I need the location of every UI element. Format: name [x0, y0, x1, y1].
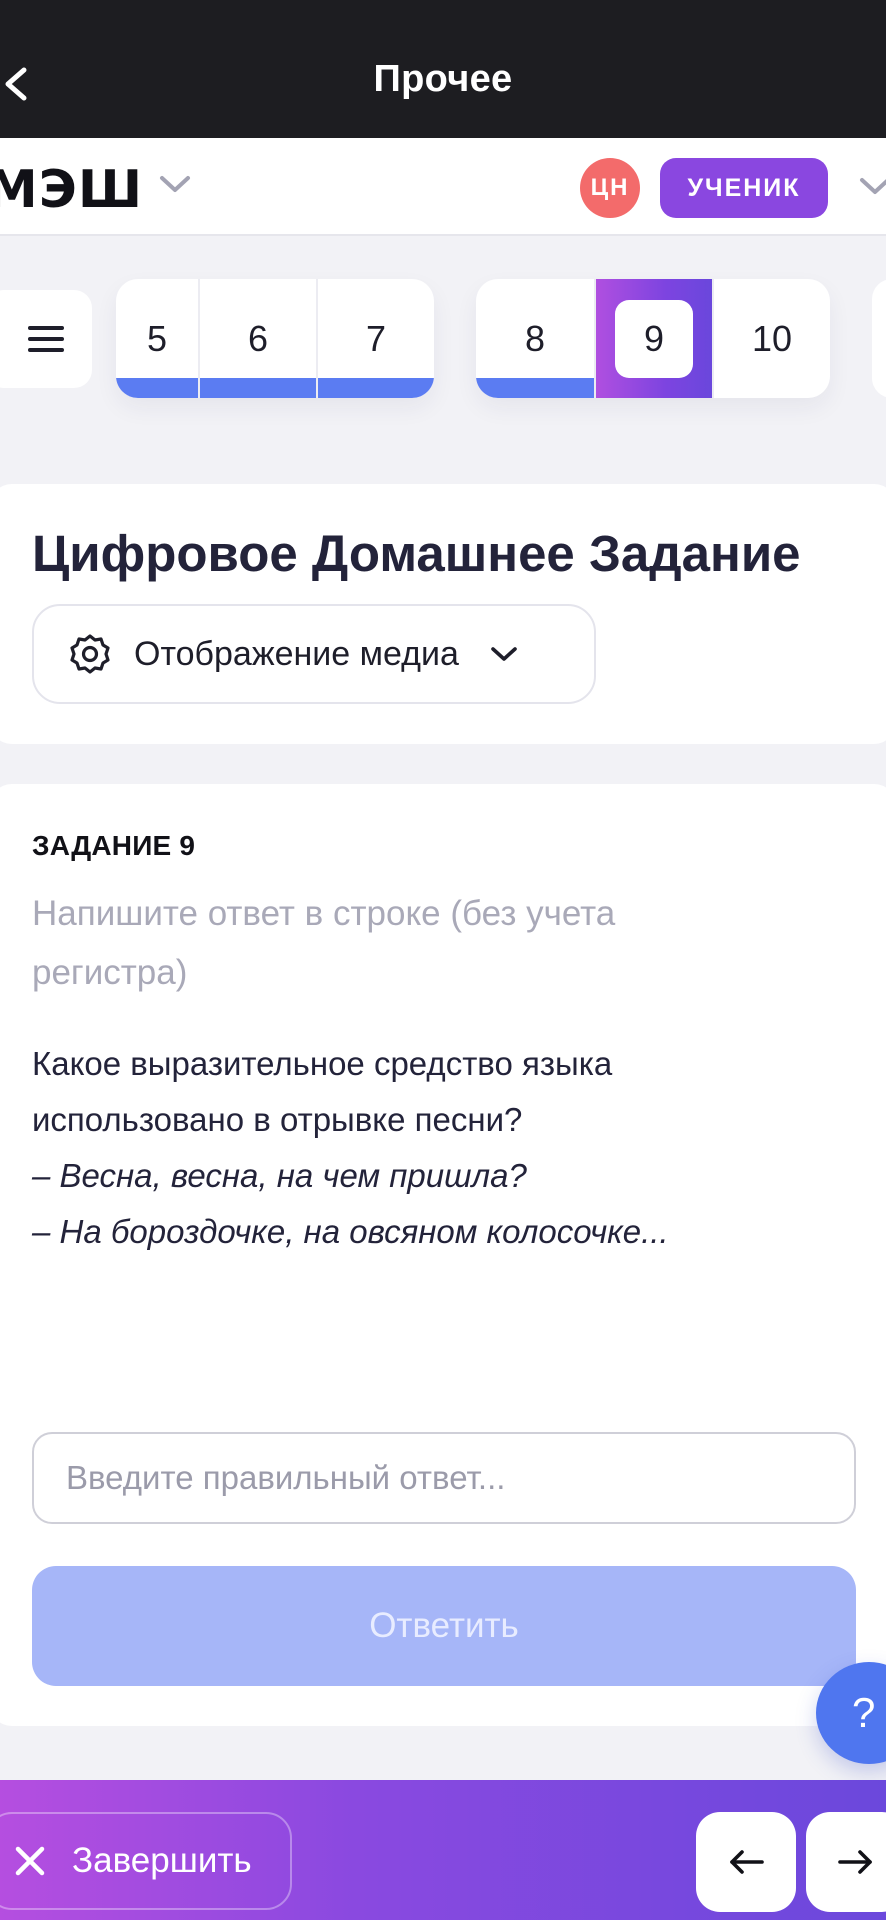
task-number: 9 — [643, 317, 665, 359]
task-6[interactable]: 6 — [198, 279, 316, 398]
question-text: Какое выразительное средство языка испол… — [32, 1036, 832, 1260]
screen-title: Прочее — [373, 58, 513, 100]
gear-icon — [70, 634, 110, 674]
task-8[interactable]: 8 — [476, 279, 594, 398]
previous-task-button[interactable] — [696, 1812, 796, 1912]
chevron-down-icon[interactable] — [858, 174, 886, 198]
task-hint: Напишите ответ в строке (без учета регис… — [32, 894, 616, 992]
avatar[interactable]: ЦН — [580, 158, 640, 218]
answer-input[interactable] — [32, 1432, 856, 1524]
question-prompt: Какое выразительное средство языка испол… — [32, 1045, 613, 1138]
media-display-label: Отображение медиа — [134, 634, 459, 673]
task-number: 5 — [146, 317, 168, 359]
task-5[interactable]: 5 — [116, 279, 198, 398]
current-task-box: 9 — [615, 299, 693, 378]
quote-line: – На бороздочке, на овсяном колосочке... — [32, 1213, 669, 1250]
task-label: ЗАДАНИЕ 9 — [32, 830, 196, 861]
finish-button[interactable]: Завершить — [0, 1812, 292, 1910]
task-number: 6 — [247, 317, 269, 359]
next-task-button[interactable] — [806, 1812, 886, 1912]
role-badge[interactable]: УЧЕНИК — [660, 158, 828, 218]
task-group-1: 5 6 7 — [116, 279, 434, 398]
media-display-dropdown[interactable]: Отображение медиа — [32, 604, 596, 704]
chevron-down-icon[interactable] — [158, 172, 192, 196]
top-nav-bar: Прочее — [0, 0, 886, 138]
task-9-current[interactable]: 9 — [594, 279, 712, 398]
arrow-left-icon — [730, 1850, 764, 1874]
task-number: 10 — [751, 317, 793, 359]
title-card: Цифровое Домашнее Задание Отображение ме… — [0, 484, 886, 744]
chevron-down-icon — [491, 647, 517, 661]
task-number: 8 — [524, 317, 546, 359]
quote-line: – Весна, весна, на чем пришла? — [32, 1157, 527, 1194]
page-title: Цифровое Домашнее Задание — [32, 525, 801, 582]
arrow-right-icon — [838, 1850, 872, 1874]
submit-answer-button[interactable]: Ответить — [32, 1566, 856, 1686]
hamburger-menu-icon — [28, 326, 64, 352]
task-group-2: 8 9 10 — [476, 279, 830, 398]
logo: МЭШ — [0, 160, 144, 220]
bottom-bar: Завершить — [0, 1780, 886, 1920]
task-group-3-edge[interactable] — [872, 279, 886, 398]
close-icon — [15, 1846, 45, 1876]
task-card: ЗАДАНИЕ 9 Напишите ответ в строке (без у… — [0, 784, 886, 1726]
task-7[interactable]: 7 — [316, 279, 434, 398]
task-10[interactable]: 10 — [712, 279, 830, 398]
app-header: МЭШ ЦН УЧЕНИК — [0, 138, 886, 236]
menu-button[interactable] — [0, 290, 92, 388]
task-number: 7 — [365, 317, 387, 359]
finish-label: Завершить — [72, 1841, 252, 1880]
